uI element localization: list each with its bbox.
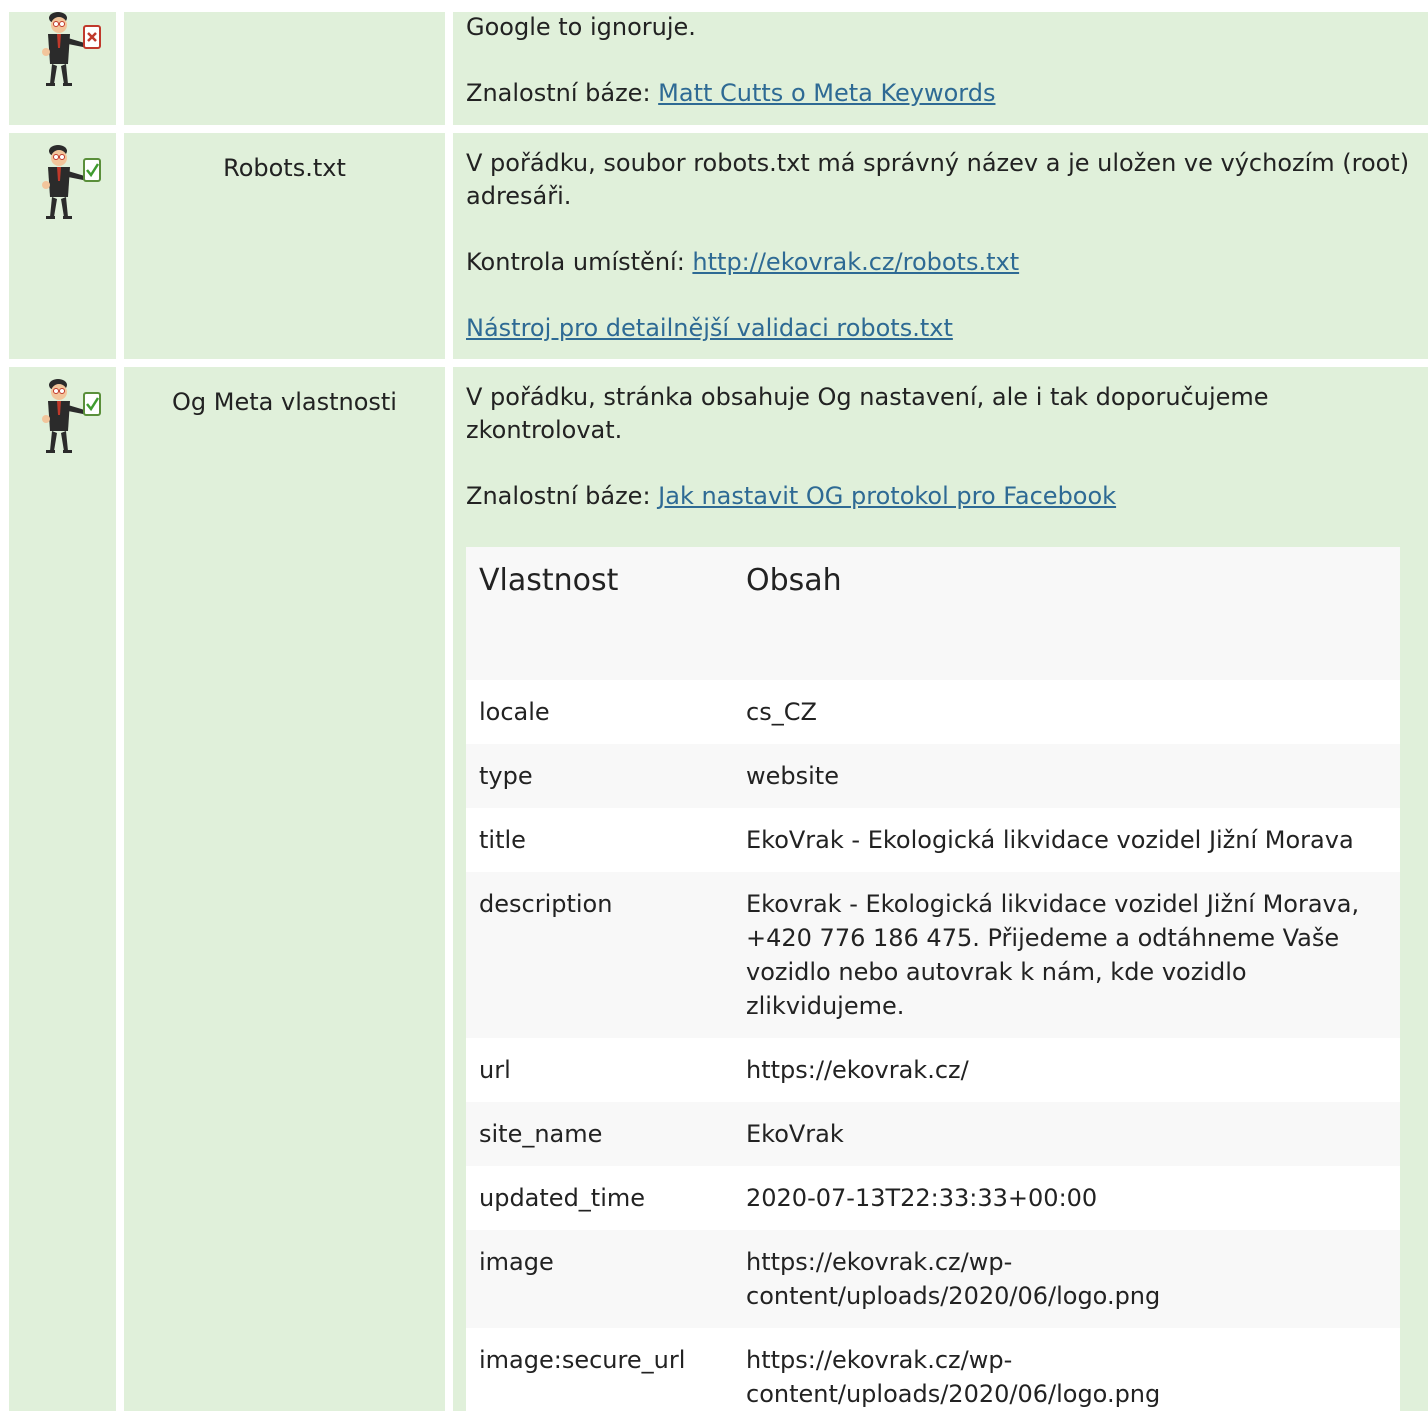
check-name: Og Meta vlastnosti (172, 388, 397, 416)
table-row: updated_time 2020-07-13T22:33:33+00:00 (466, 1166, 1400, 1230)
property-cell: site_name (479, 1120, 603, 1148)
seo-report-page: Google to ignoruje. Znalostní báze: Matt… (0, 0, 1428, 1411)
property-cell: type (479, 762, 533, 790)
status-cell (9, 12, 116, 125)
content-cell: EkoVrak - Ekologická likvidace vozidel J… (746, 826, 1354, 854)
content-cell: https://ekovrak.cz/wp-content/uploads/20… (746, 1248, 1161, 1310)
location-check-label: Kontrola umístění: (466, 248, 693, 276)
knowledge-base-label: Znalostní báze: (466, 482, 659, 510)
check-name-cell (124, 12, 445, 125)
robots-txt-link[interactable]: http://ekovrak.cz/robots.txt (692, 248, 1019, 276)
content-cell: 2020-07-13T22:33:33+00:00 (746, 1184, 1098, 1212)
businessman-ok-clipboard-icon (28, 141, 108, 223)
table-row: locale cs_CZ (466, 680, 1400, 744)
description-text: V pořádku, stránka obsahuje Og nastavení… (466, 383, 1269, 444)
check-description-cell: V pořádku, soubor robots.txt má správný … (453, 133, 1428, 359)
table-row: url https://ekovrak.cz/ (466, 1038, 1400, 1102)
content-cell: cs_CZ (746, 698, 817, 726)
content-cell: Ekovrak - Ekologická likvidace vozidel J… (746, 890, 1360, 1020)
check-name: Robots.txt (223, 154, 346, 182)
property-cell: updated_time (479, 1184, 646, 1212)
description-text: V pořádku, soubor robots.txt má správný … (466, 149, 1410, 210)
table-row: site_name EkoVrak (466, 1102, 1400, 1166)
table-row: title EkoVrak - Ekologická likvidace voz… (466, 808, 1400, 872)
table-row: description Ekovrak - Ekologická likvida… (466, 872, 1400, 1038)
property-cell: locale (479, 698, 550, 726)
check-name-cell: Og Meta vlastnosti (124, 367, 445, 1411)
content-cell: website (746, 762, 839, 790)
table-row: image https://ekovrak.cz/wp-content/uplo… (466, 1230, 1400, 1328)
status-cell (9, 133, 116, 359)
content-cell: https://ekovrak.cz/ (746, 1056, 969, 1084)
column-header-content: Obsah (746, 563, 842, 598)
content-cell: EkoVrak (746, 1120, 844, 1148)
location-check-line: Kontrola umístění: http://ekovrak.cz/rob… (466, 246, 1428, 279)
robots-validator-link[interactable]: Nástroj pro detailnější validaci robots.… (466, 314, 953, 342)
report-row-meta-keywords: Google to ignoruje. Znalostní báze: Matt… (0, 12, 1428, 125)
businessman-fail-clipboard-icon (28, 8, 108, 90)
knowledge-base-label: Znalostní báze: (466, 79, 659, 107)
knowledge-base-line: Znalostní báze: Matt Cutts o Meta Keywor… (466, 77, 1428, 110)
check-name-cell: Robots.txt (124, 133, 445, 359)
knowledge-base-link[interactable]: Matt Cutts o Meta Keywords (658, 79, 995, 107)
property-cell: url (479, 1056, 511, 1084)
table-header-row: Vlastnost Obsah (466, 547, 1400, 680)
table-row: image:secure_url https://ekovrak.cz/wp-c… (466, 1328, 1400, 1411)
content-cell: https://ekovrak.cz/wp-content/uploads/20… (746, 1346, 1161, 1408)
status-cell (9, 367, 116, 1411)
property-cell: image:secure_url (479, 1346, 686, 1374)
property-cell: description (479, 890, 613, 918)
property-cell: title (479, 826, 526, 854)
description-text: Google to ignoruje. (466, 13, 696, 41)
knowledge-base-link[interactable]: Jak nastavit OG protokol pro Facebook (658, 482, 1116, 510)
validator-line: Nástroj pro detailnější validaci robots.… (466, 312, 1428, 345)
businessman-ok-clipboard-icon (28, 375, 108, 457)
knowledge-base-line: Znalostní báze: Jak nastavit OG protokol… (466, 480, 1428, 513)
og-properties-table: Vlastnost Obsah locale cs_CZ type websit… (466, 547, 1400, 1411)
column-header-property: Vlastnost (479, 563, 619, 598)
check-description-cell: Google to ignoruje. Znalostní báze: Matt… (453, 12, 1428, 125)
report-row-robots-txt: Robots.txt V pořádku, soubor robots.txt … (0, 133, 1428, 359)
property-cell: image (479, 1248, 554, 1276)
table-row: type website (466, 744, 1400, 808)
